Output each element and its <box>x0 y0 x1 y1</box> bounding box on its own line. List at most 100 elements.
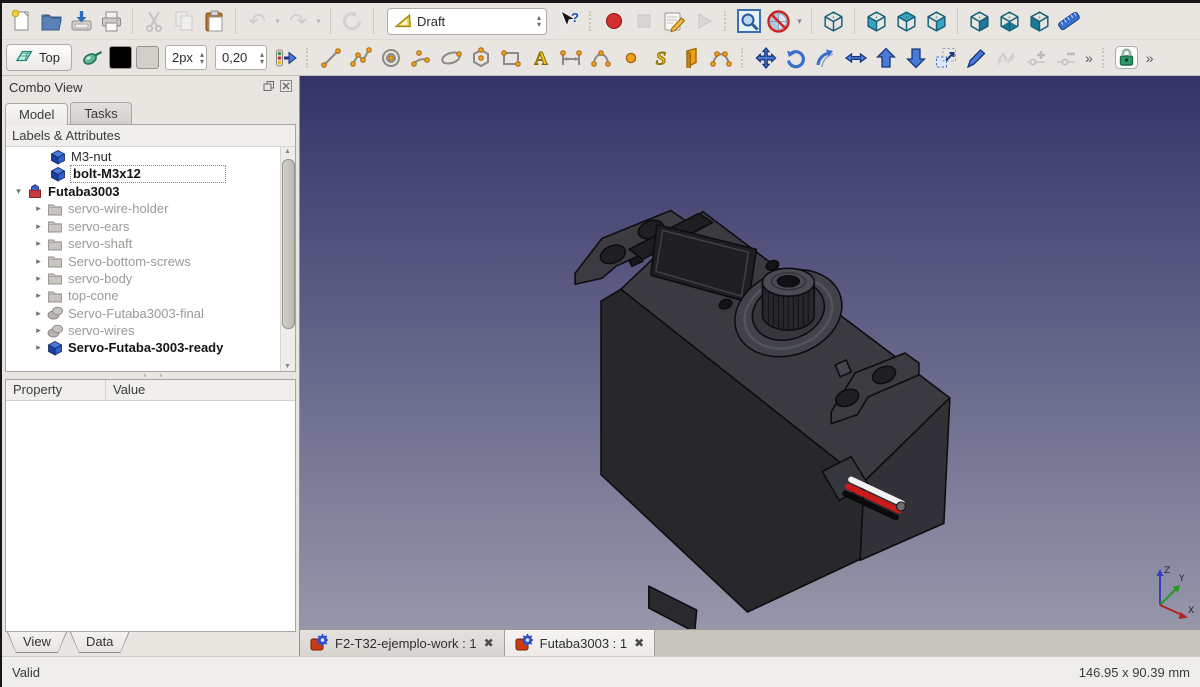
snap-lock-button[interactable] <box>1112 43 1142 73</box>
draft-wire-button[interactable] <box>346 43 376 73</box>
scroll-down-icon[interactable]: ▼ <box>281 363 294 370</box>
expander-closed-icon[interactable]: ▸ <box>30 290 47 301</box>
expander-closed-icon[interactable]: ▸ <box>30 325 47 336</box>
property-list[interactable] <box>6 401 295 631</box>
macro-stop-button[interactable] <box>629 6 659 36</box>
working-plane-button[interactable]: Top <box>6 44 72 71</box>
draft-polygon-button[interactable] <box>466 43 496 73</box>
view-right-button[interactable] <box>921 6 951 36</box>
3d-view[interactable]: Z Y X <box>300 76 1200 629</box>
fit-all-button[interactable] <box>734 6 764 36</box>
tree-scrollbar-thumb[interactable] <box>282 159 295 329</box>
line-width-spinbox[interactable]: 2px ▴▾ <box>165 45 207 70</box>
panel-float-icon[interactable] <box>263 80 275 95</box>
line-width-spinbox-arrows-icon[interactable]: ▴▾ <box>200 51 204 65</box>
expander-closed-icon[interactable]: ▸ <box>30 273 47 284</box>
cut-button[interactable] <box>139 6 169 36</box>
tab-view[interactable]: View <box>7 632 67 653</box>
tree-item-servo-body[interactable]: ▸servo-body <box>6 270 295 287</box>
draft-edit-button[interactable] <box>961 43 991 73</box>
expander-closed-icon[interactable]: ▸ <box>30 203 47 214</box>
undo-button-dropdown-icon[interactable]: ▾ <box>272 16 283 27</box>
draft-move-button[interactable] <box>751 43 781 73</box>
tree-scrollbar[interactable]: ▲ ▼ <box>280 147 295 371</box>
save-button[interactable] <box>66 6 96 36</box>
paste-button[interactable] <box>199 6 229 36</box>
copy-button[interactable] <box>169 6 199 36</box>
toolbar-overflow-snap-icon[interactable]: » <box>1142 50 1158 66</box>
tree-item-servo-bottom-screws[interactable]: ▸Servo-bottom-screws <box>6 252 295 269</box>
draw-style-button-dropdown-icon[interactable]: ▾ <box>794 16 805 27</box>
draft-shapestring-button[interactable]: S <box>646 43 676 73</box>
workbench-spinner-icon[interactable]: ▴▾ <box>537 14 541 28</box>
draft-point-button[interactable] <box>616 43 646 73</box>
value-column-header[interactable]: Value <box>106 380 152 400</box>
draft-offset-button[interactable] <box>811 43 841 73</box>
tab-model[interactable]: Model <box>5 103 68 125</box>
draft-bezier-button[interactable] <box>706 43 736 73</box>
open-file-button[interactable] <box>36 6 66 36</box>
draw-style-button[interactable] <box>764 6 794 36</box>
macro-edit-button[interactable] <box>659 6 689 36</box>
panel-splitter[interactable] <box>2 372 299 379</box>
document-tab-f2-t32[interactable]: F2-T32-ejemplo-work : 1 ✖ <box>300 630 505 656</box>
panel-close-icon[interactable] <box>280 80 292 95</box>
refresh-button[interactable] <box>337 6 367 36</box>
toolbar-overflow-draft-icon[interactable]: » <box>1081 50 1097 66</box>
expander-closed-icon[interactable]: ▸ <box>30 221 47 232</box>
face-color-swatch[interactable] <box>136 46 159 69</box>
expander-open-icon[interactable]: ▾ <box>10 186 27 197</box>
tab-tasks[interactable]: Tasks <box>70 102 131 124</box>
view-axonometric-button[interactable] <box>818 6 848 36</box>
expander-closed-icon[interactable]: ▸ <box>30 342 47 353</box>
tree-item-servo-futaba3003-final[interactable]: ▸Servo-Futaba3003-final <box>6 305 295 322</box>
draft-line-button[interactable] <box>316 43 346 73</box>
tree-item-servo-ears[interactable]: ▸servo-ears <box>6 218 295 235</box>
view-rear-button[interactable] <box>964 6 994 36</box>
print-button[interactable] <box>96 6 126 36</box>
draft-ellipse-button[interactable] <box>436 43 466 73</box>
tree-item-top-cone[interactable]: ▸top-cone <box>6 287 295 304</box>
expander-closed-icon[interactable]: ▸ <box>30 308 47 319</box>
global-scale-spinbox-arrows-icon[interactable]: ▴▾ <box>260 51 264 65</box>
macro-play-button[interactable] <box>689 6 719 36</box>
expander-closed-icon[interactable]: ▸ <box>30 256 47 267</box>
measure-button[interactable] <box>1054 6 1084 36</box>
draft-text-button[interactable]: A <box>526 43 556 73</box>
draft-dimension-button[interactable] <box>556 43 586 73</box>
draft-bspline-button[interactable] <box>586 43 616 73</box>
undo-button[interactable]: ↶ <box>242 6 272 36</box>
tree-item-servo-wire-holder[interactable]: ▸servo-wire-holder <box>6 200 295 217</box>
draft-rotate-button[interactable] <box>781 43 811 73</box>
property-column-header[interactable]: Property <box>6 380 106 400</box>
draft-upgrade-button[interactable] <box>871 43 901 73</box>
draft-rectangle-button[interactable] <box>496 43 526 73</box>
view-front-button[interactable] <box>861 6 891 36</box>
tree-item-m3-nut[interactable]: M3-nut <box>6 148 295 165</box>
redo-button-dropdown-icon[interactable]: ▾ <box>313 16 324 27</box>
tree-item-bolt-m3x12[interactable]: bolt-M3x12 <box>6 165 295 182</box>
redo-button[interactable]: ↷ <box>283 6 313 36</box>
construction-mode-button[interactable] <box>77 43 107 73</box>
draft-circle-button[interactable] <box>376 43 406 73</box>
tree-item-servo-wires[interactable]: ▸servo-wires <box>6 322 295 339</box>
view-left-button[interactable] <box>1024 6 1054 36</box>
view-bottom-button[interactable] <box>994 6 1024 36</box>
draft-wire2bspline-button[interactable] <box>991 43 1021 73</box>
tree-item-servo-shaft[interactable]: ▸servo-shaft <box>6 235 295 252</box>
draft-delpoint-button[interactable] <box>1051 43 1081 73</box>
draft-trimex-button[interactable] <box>841 43 871 73</box>
draft-arc-button[interactable] <box>406 43 436 73</box>
document-tab-futaba3003[interactable]: Futaba3003 : 1 ✖ <box>505 630 656 656</box>
expander-closed-icon[interactable]: ▸ <box>30 238 47 249</box>
whats-this-button[interactable]: ? <box>554 6 584 36</box>
macro-record-button[interactable] <box>599 6 629 36</box>
draft-downgrade-button[interactable] <box>901 43 931 73</box>
global-scale-spinbox[interactable]: 0,20 ▴▾ <box>215 45 267 70</box>
apply-style-button[interactable] <box>271 43 301 73</box>
servo-model[interactable] <box>300 76 1200 629</box>
tree-item-futaba3003[interactable]: ▾Futaba3003 <box>6 183 295 200</box>
tree-item-servo-futaba-3003-ready[interactable]: ▸Servo-Futaba-3003-ready <box>6 339 295 356</box>
scroll-up-icon[interactable]: ▲ <box>281 148 294 155</box>
tab-data[interactable]: Data <box>70 632 129 653</box>
